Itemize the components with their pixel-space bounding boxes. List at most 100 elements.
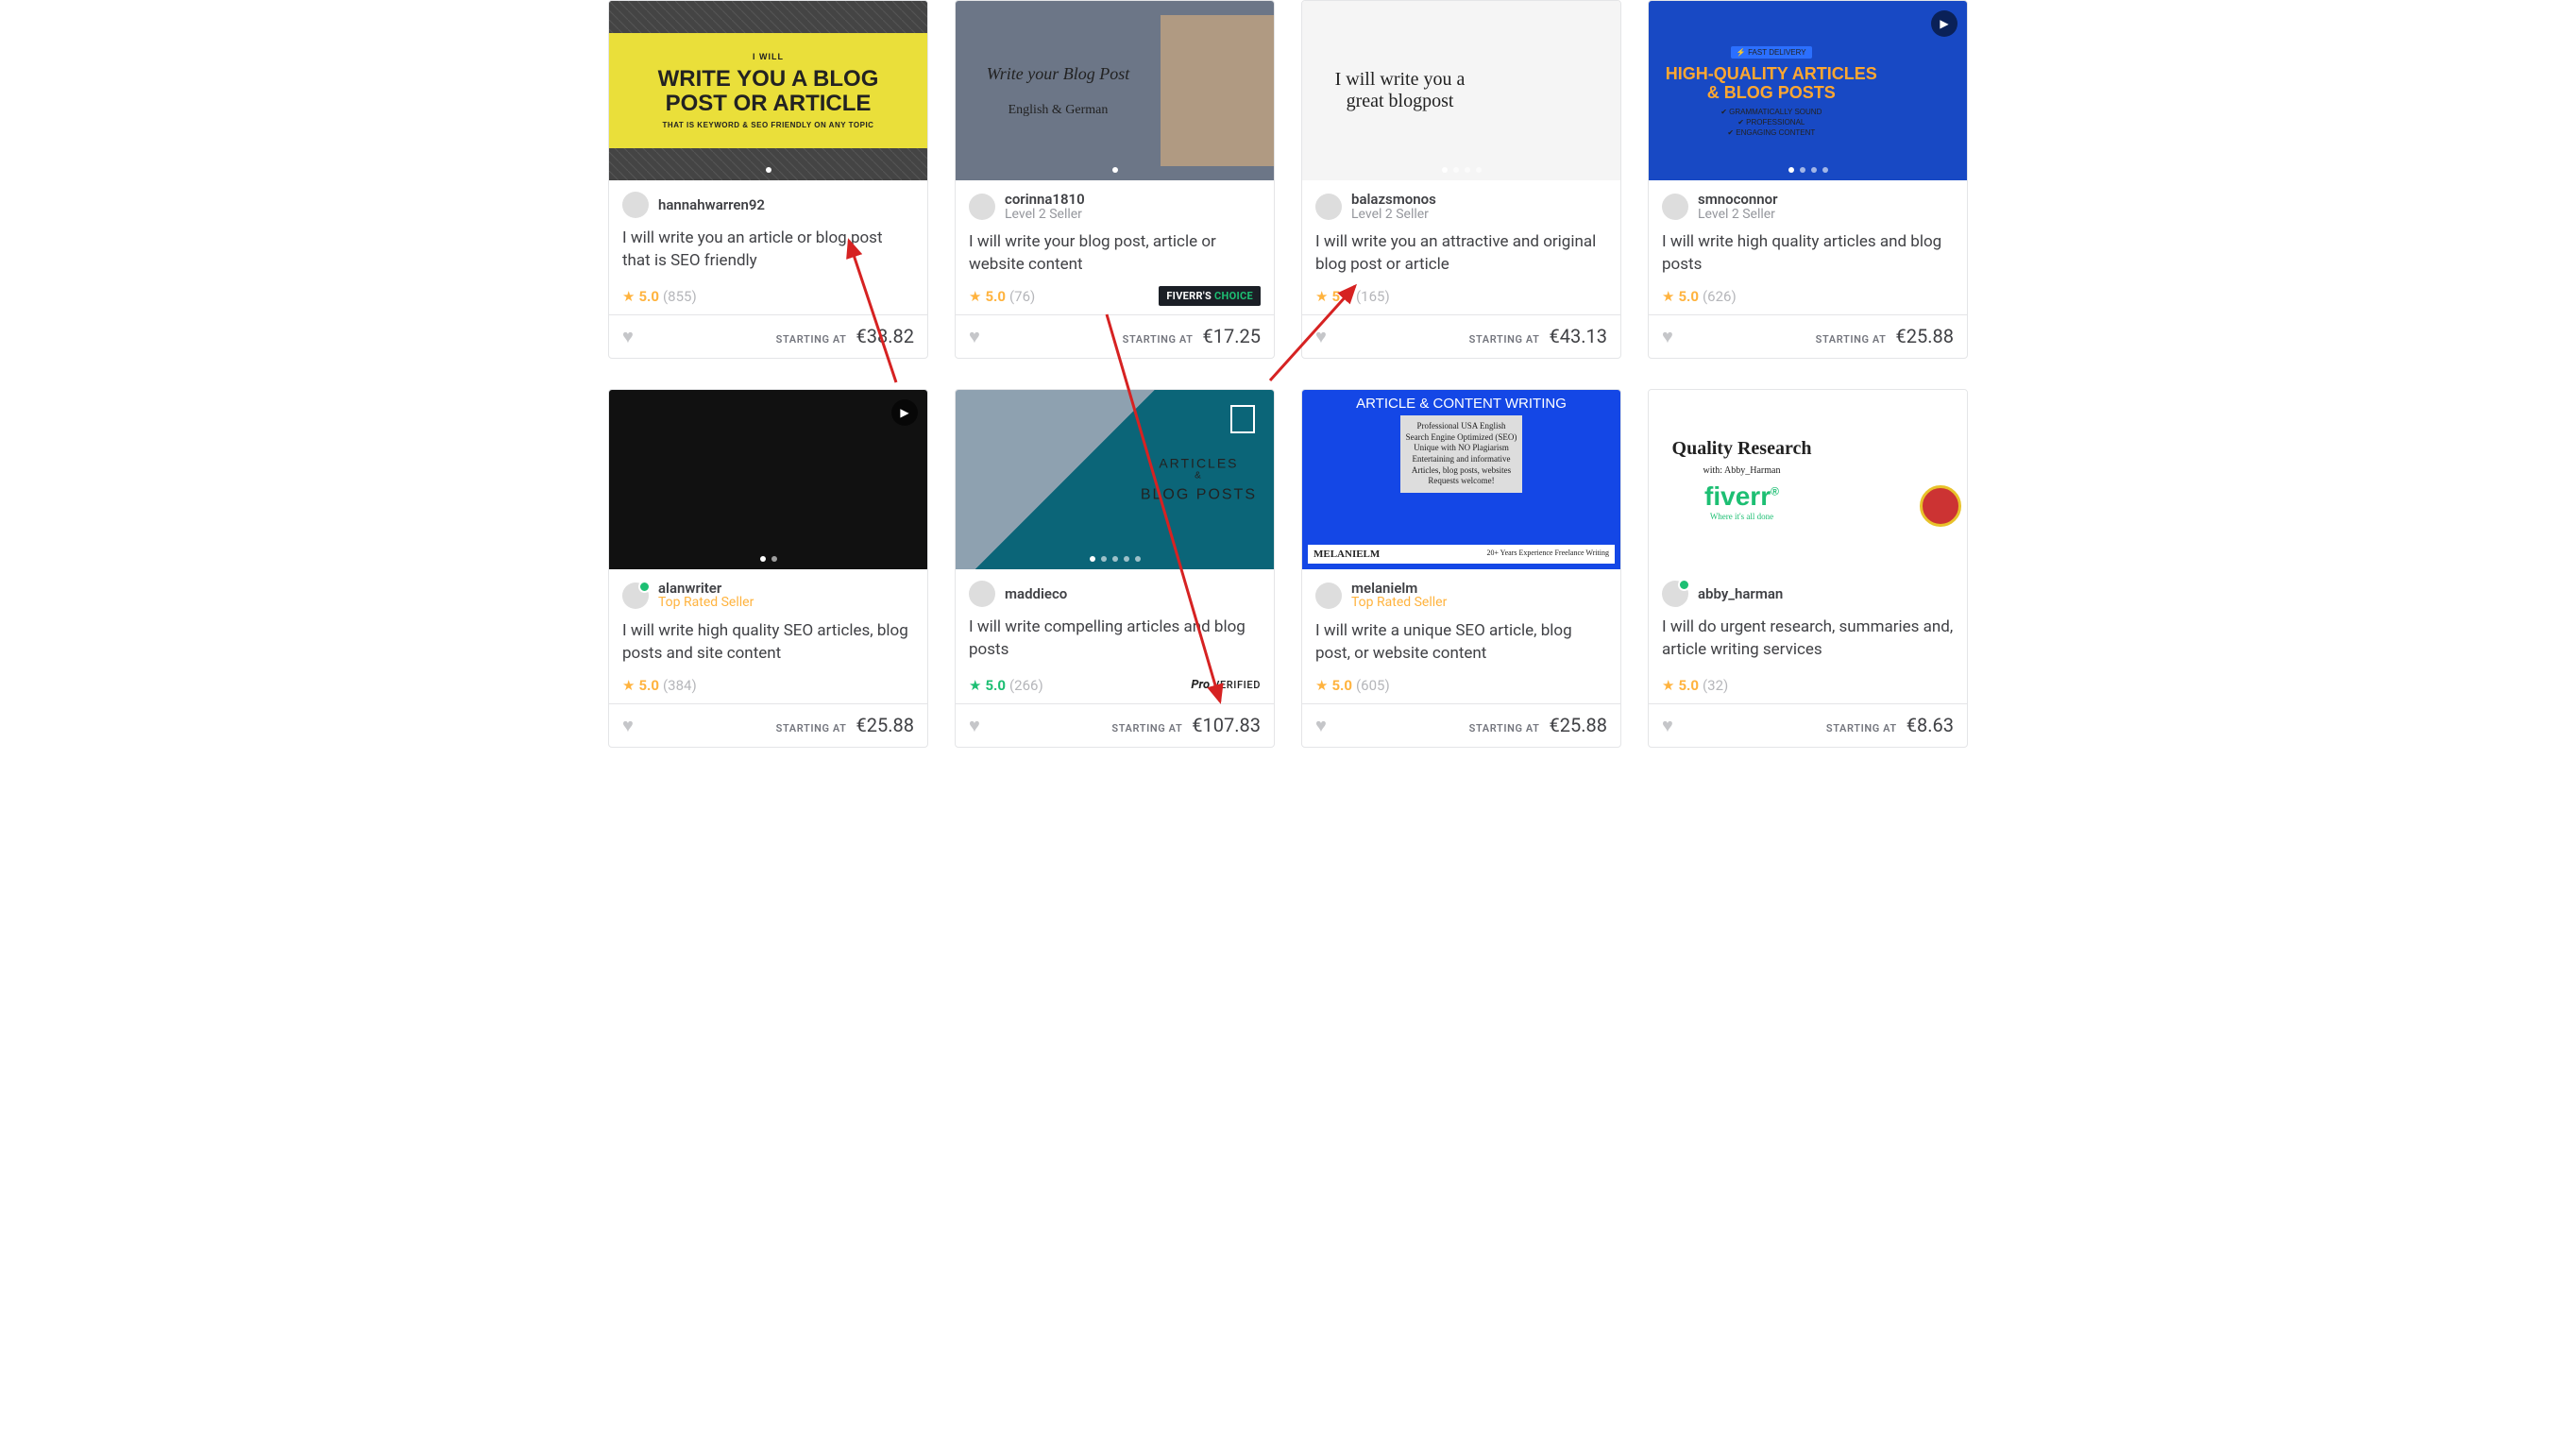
gig-thumbnail[interactable]: Write your Blog PostEnglish & German — [956, 1, 1274, 180]
seller-avatar — [1315, 194, 1342, 220]
rating-row: ★ 5.0 (266) Pro VERIFIED — [969, 677, 1261, 694]
starting-at-label: STARTING AT — [1123, 333, 1194, 346]
seller-level: Top Rated Seller — [1351, 596, 1447, 610]
price-value: €17.25 — [1203, 325, 1261, 347]
seller-name: maddieco — [1005, 586, 1067, 602]
star-icon: ★ — [622, 288, 635, 305]
star-icon: ★ — [622, 677, 635, 694]
seller-avatar — [622, 582, 649, 609]
price: STARTING AT €8.63 — [1826, 714, 1954, 736]
gig-title[interactable]: I will write your blog post, article or … — [969, 231, 1261, 277]
gig-card[interactable]: I will write you a great blogpost balazs… — [1301, 0, 1621, 359]
gig-card[interactable]: ▶ alanwriter Top Rated Seller I will wri… — [608, 389, 928, 748]
seller-avatar — [622, 192, 649, 218]
price-value: €8.63 — [1907, 714, 1954, 736]
rating-row: ★ 5.0 (855) — [622, 288, 914, 305]
price: STARTING AT €107.83 — [1111, 714, 1261, 736]
seller-row[interactable]: balazsmonos Level 2 Seller — [1315, 192, 1607, 222]
gig-card[interactable]: I WILLWRITE YOU A BLOG POST OR ARTICLETH… — [608, 0, 928, 359]
price-value: €25.88 — [1550, 714, 1607, 736]
price: STARTING AT €17.25 — [1123, 325, 1261, 347]
favorite-icon[interactable]: ♥ — [622, 714, 634, 737]
price-value: €107.83 — [1192, 714, 1261, 736]
gig-card[interactable]: Quality Researchwith: Abby_Harmanfiverr®… — [1648, 389, 1968, 748]
favorite-icon[interactable]: ♥ — [1662, 714, 1673, 737]
seller-avatar — [969, 581, 995, 607]
gig-card[interactable]: ARTICLE & CONTENT WRITINGProfessional US… — [1301, 389, 1621, 748]
gig-thumbnail[interactable]: ⚡ FAST DELIVERYHIGH-QUALITY ARTICLES & B… — [1649, 1, 1967, 180]
seller-avatar — [1315, 582, 1342, 609]
seller-row[interactable]: melanielm Top Rated Seller — [1315, 581, 1607, 611]
seller-name: abby_harman — [1698, 586, 1783, 602]
favorite-icon[interactable]: ♥ — [1662, 325, 1673, 348]
carousel-dots — [1442, 167, 1482, 173]
gig-title[interactable]: I will write you an article or blog post… — [622, 228, 914, 273]
seller-row[interactable]: maddieco — [969, 581, 1261, 607]
seller-row[interactable]: hannahwarren92 — [622, 192, 914, 218]
seller-avatar — [1662, 581, 1688, 607]
play-icon[interactable]: ▶ — [1931, 10, 1957, 37]
favorite-icon[interactable]: ♥ — [622, 325, 634, 348]
star-icon: ★ — [969, 288, 981, 305]
rating-row: ★ 5.0 (384) — [622, 677, 914, 694]
review-count: (626) — [1703, 288, 1737, 305]
star-icon: ★ — [1662, 677, 1674, 694]
favorite-icon[interactable]: ♥ — [1315, 714, 1327, 737]
rating-value: 5.0 — [1678, 677, 1699, 694]
price-value: €25.88 — [856, 714, 914, 736]
seller-level: Top Rated Seller — [658, 596, 754, 610]
seller-name: balazsmonos — [1351, 192, 1436, 208]
gig-title[interactable]: I will write you an attractive and origi… — [1315, 231, 1607, 277]
carousel-dots — [1090, 556, 1141, 562]
carousel-dots — [1112, 167, 1118, 173]
gig-thumbnail[interactable]: I WILLWRITE YOU A BLOG POST OR ARTICLETH… — [609, 1, 927, 180]
gig-thumbnail[interactable]: ▶ — [609, 390, 927, 569]
price-value: €43.13 — [1550, 325, 1607, 347]
rating-value: 5.0 — [1331, 677, 1352, 694]
review-count: (76) — [1009, 288, 1035, 305]
price: STARTING AT €25.88 — [776, 714, 914, 736]
seller-row[interactable]: smnoconnor Level 2 Seller — [1662, 192, 1954, 222]
rating-value: 5.0 — [985, 288, 1006, 305]
favorite-icon[interactable]: ♥ — [969, 325, 980, 348]
rating-row: ★ 5.0 (165) — [1315, 288, 1607, 305]
gig-title[interactable]: I will write a unique SEO article, blog … — [1315, 620, 1607, 666]
review-count: (855) — [663, 288, 697, 305]
gig-card[interactable]: Write your Blog PostEnglish & German cor… — [955, 0, 1275, 359]
carousel-dots — [760, 556, 777, 562]
star-icon: ★ — [1315, 677, 1328, 694]
rating-value: 5.0 — [985, 677, 1006, 694]
price-value: €25.88 — [1896, 325, 1954, 347]
rating-row: ★ 5.0 (76) FIVERR'S CHOICE — [969, 288, 1261, 305]
gig-thumbnail[interactable]: ARTICLES&BLOG POSTS — [956, 390, 1274, 569]
carousel-dots — [1788, 167, 1828, 173]
gig-thumbnail[interactable]: I will write you a great blogpost — [1302, 1, 1620, 180]
gig-title[interactable]: I will write high quality SEO articles, … — [622, 620, 914, 666]
gig-title[interactable]: I will do urgent research, summaries and… — [1662, 616, 1954, 662]
favorite-icon[interactable]: ♥ — [969, 714, 980, 737]
review-count: (32) — [1703, 677, 1728, 694]
play-icon[interactable]: ▶ — [891, 399, 918, 426]
seller-row[interactable]: corinna1810 Level 2 Seller — [969, 192, 1261, 222]
starting-at-label: STARTING AT — [1469, 333, 1540, 346]
seller-row[interactable]: alanwriter Top Rated Seller — [622, 581, 914, 611]
review-count: (165) — [1356, 288, 1390, 305]
seller-level: Level 2 Seller — [1005, 208, 1085, 222]
gig-thumbnail[interactable]: ARTICLE & CONTENT WRITINGProfessional US… — [1302, 390, 1620, 569]
gig-card[interactable]: ARTICLES&BLOG POSTS maddieco I will writ… — [955, 389, 1275, 748]
favorite-icon[interactable]: ♥ — [1315, 325, 1327, 348]
star-icon: ★ — [1662, 288, 1674, 305]
gig-title[interactable]: I will write high quality articles and b… — [1662, 231, 1954, 277]
seller-level: Level 2 Seller — [1351, 208, 1436, 222]
starting-at-label: STARTING AT — [776, 333, 847, 346]
gig-thumbnail[interactable]: Quality Researchwith: Abby_Harmanfiverr®… — [1649, 390, 1967, 569]
starting-at-label: STARTING AT — [1826, 722, 1897, 734]
carousel-dots — [766, 167, 771, 173]
gig-card[interactable]: ⚡ FAST DELIVERYHIGH-QUALITY ARTICLES & B… — [1648, 0, 1968, 359]
seller-row[interactable]: abby_harman — [1662, 581, 1954, 607]
rating-value: 5.0 — [1331, 288, 1352, 305]
pro-verified-badge: Pro VERIFIED — [1191, 678, 1261, 692]
rating-row: ★ 5.0 (626) — [1662, 288, 1954, 305]
gig-title[interactable]: I will write compelling articles and blo… — [969, 616, 1261, 662]
starting-at-label: STARTING AT — [1469, 722, 1540, 734]
